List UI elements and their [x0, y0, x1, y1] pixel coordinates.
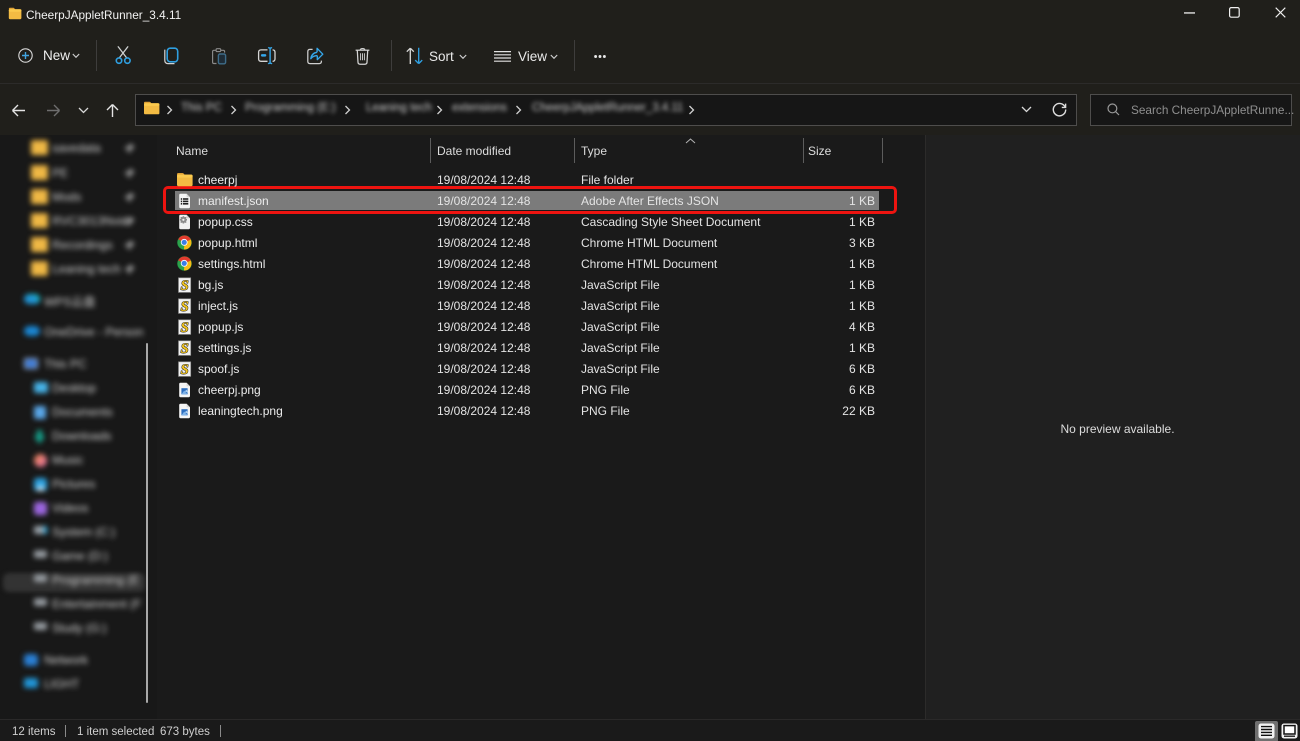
svg-text:S: S: [181, 278, 189, 294]
svg-text:S: S: [181, 320, 189, 336]
svg-text:S: S: [181, 341, 189, 357]
svg-text:S: S: [181, 299, 189, 315]
svg-text:S: S: [181, 362, 189, 378]
